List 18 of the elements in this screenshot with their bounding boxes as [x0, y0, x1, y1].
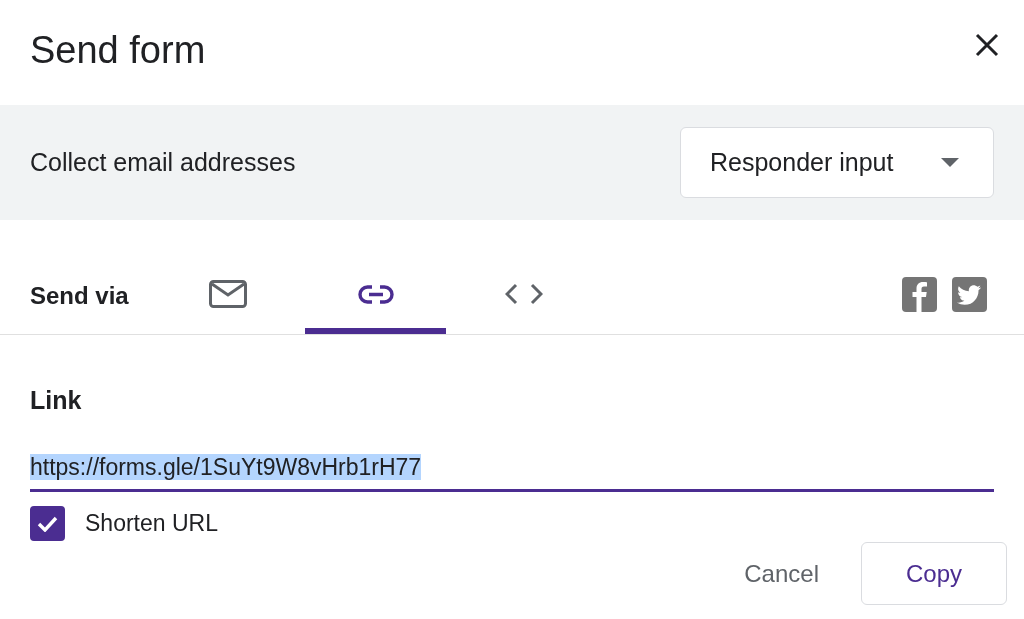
- facebook-icon[interactable]: [902, 276, 937, 312]
- cancel-button[interactable]: Cancel: [732, 542, 831, 605]
- setting-label: Collect email addresses: [30, 148, 296, 177]
- link-icon: [357, 284, 394, 304]
- mail-icon: [208, 280, 247, 308]
- dialog-title: Send form: [30, 28, 206, 73]
- caret-icon: [941, 158, 959, 167]
- close-icon: [975, 33, 999, 57]
- twitter-icon[interactable]: [952, 276, 987, 312]
- copy-button[interactable]: Copy: [861, 542, 1007, 605]
- link-heading: Link: [30, 385, 83, 415]
- checkmark-icon: [37, 515, 58, 532]
- send-via-label: Send via: [30, 282, 130, 310]
- code-icon: [504, 283, 543, 305]
- shorten-url-label: Shorten URL: [85, 510, 218, 537]
- link-field[interactable]: https://forms.gle/1SuYt9W8vHrb1rH77: [30, 452, 994, 492]
- shorten-url-checkbox[interactable]: [30, 506, 65, 541]
- email-collection-dropdown[interactable]: Responder input: [680, 127, 994, 198]
